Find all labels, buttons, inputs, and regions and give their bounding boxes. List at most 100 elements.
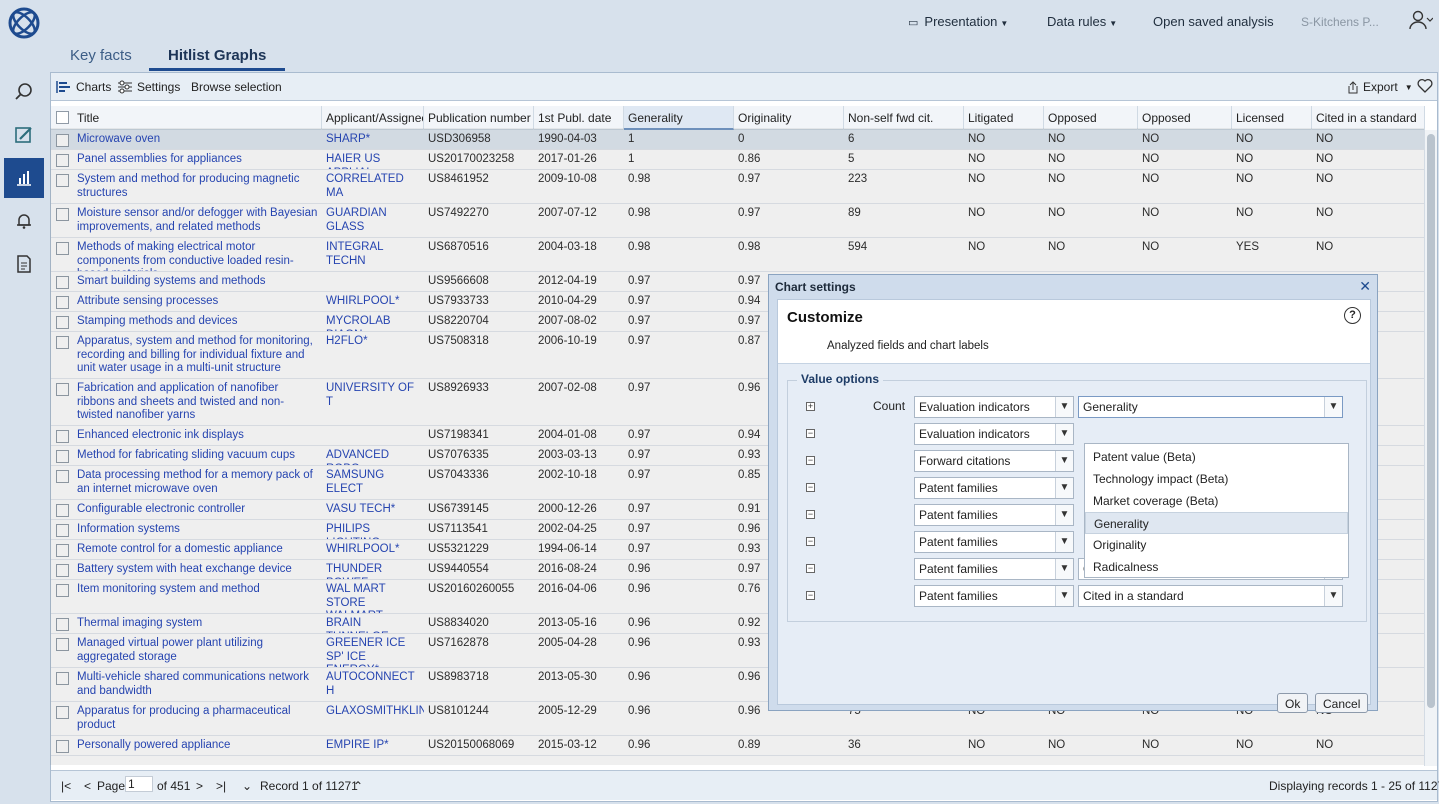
chevron-down-icon[interactable]: ▼ <box>1055 397 1073 417</box>
chevron-down-icon[interactable]: ▼ <box>1055 451 1073 471</box>
next-page-icon[interactable]: > <box>196 779 203 793</box>
previous-page-icon[interactable]: < <box>84 779 91 793</box>
charts-button[interactable]: Charts <box>56 80 111 94</box>
value-dropdown-list[interactable]: Patent value (Beta)Technology impact (Be… <box>1084 443 1349 578</box>
chevron-down-icon[interactable]: ▼ <box>1055 424 1073 444</box>
dialog-body: Customize ? Analyzed fields and chart la… <box>777 299 1371 705</box>
dropdown-option[interactable]: Market coverage (Beta) <box>1085 490 1348 512</box>
bell-icon[interactable] <box>4 201 44 241</box>
dropdown-option[interactable]: Originality <box>1085 534 1348 556</box>
top-navigation: ▭Presentation▼ Data rules▼ Open saved an… <box>48 0 1439 44</box>
user-name[interactable]: S-Kitchens P... <box>1301 15 1379 29</box>
first-page-icon[interactable]: |< <box>61 779 71 793</box>
cancel-button[interactable]: Cancel <box>1315 693 1368 713</box>
field-select-value: Patent families <box>919 562 998 576</box>
field-select[interactable]: Evaluation indicators▼ <box>914 423 1074 445</box>
dropdown-option[interactable]: Technology impact (Beta) <box>1085 468 1348 490</box>
field-select-value: Patent families <box>919 589 998 603</box>
column-header[interactable]: 1st Publ. date <box>534 106 624 130</box>
chart-icon[interactable] <box>4 158 44 198</box>
chevron-down-icon[interactable]: ▼ <box>1055 559 1073 579</box>
export-icon <box>1347 81 1359 94</box>
grid-footer: |< < Page 1 of 451 > >| ⌄ Record 1 of 11… <box>51 770 1437 800</box>
column-header[interactable]: Non-self fwd cit. <box>844 106 964 130</box>
dropdown-option[interactable]: Patent value (Beta) <box>1085 446 1348 468</box>
user-icon[interactable] <box>1409 10 1433 33</box>
field-select[interactable]: Patent families ▼ <box>914 558 1074 580</box>
column-header[interactable]: Licensed <box>1232 106 1312 130</box>
edit-icon[interactable] <box>4 115 44 155</box>
scrollbar-thumb[interactable] <box>1427 134 1435 708</box>
chevron-down-icon[interactable]: ▼ <box>1055 532 1073 552</box>
data-rules-menu[interactable]: Data rules▼ <box>1047 14 1117 29</box>
search-icon[interactable] <box>4 72 44 112</box>
page-input-wrap: 1 <box>125 776 153 792</box>
column-header[interactable]: Generality <box>624 106 734 130</box>
close-icon[interactable]: ✕ <box>1359 278 1371 295</box>
presentation-menu[interactable]: ▭Presentation▼ <box>908 14 1008 29</box>
expand-icon[interactable]: + <box>806 402 815 411</box>
field-select[interactable]: Patent families ▼ <box>914 531 1074 553</box>
dropdown-option[interactable]: Generality <box>1085 512 1348 534</box>
chevron-up-icon[interactable]: ⌃ <box>353 779 363 793</box>
presentation-icon: ▭ <box>908 17 918 29</box>
field-select-value: Forward citations <box>919 454 1010 468</box>
settings-button[interactable]: Settings <box>117 80 180 94</box>
export-button[interactable]: Export▼ <box>1347 80 1413 94</box>
collapse-icon[interactable]: − <box>806 537 815 546</box>
collapse-icon[interactable]: − <box>806 429 815 438</box>
field-select[interactable]: Forward citations ▼ <box>914 450 1074 472</box>
chevron-down-icon[interactable]: ▼ <box>1324 397 1342 417</box>
value-select-value: Cited in a standard <box>1083 589 1184 603</box>
ok-button[interactable]: Ok <box>1277 693 1308 713</box>
dialog-header: Customize ? Analyzed fields and chart la… <box>778 300 1370 364</box>
column-header[interactable]: Title <box>73 106 322 130</box>
column-header[interactable]: Litigated <box>964 106 1044 130</box>
last-page-icon[interactable]: >| <box>216 779 226 793</box>
chevron-down-icon[interactable]: ▼ <box>1055 505 1073 525</box>
charts-label: Charts <box>76 80 111 94</box>
browse-selection-button[interactable]: Browse selection <box>191 80 282 94</box>
left-sidebar <box>0 0 48 804</box>
value-select[interactable]: Cited in a standard ▼ <box>1078 585 1343 607</box>
chevron-down-icon[interactable]: ⌄ <box>242 779 252 793</box>
column-header[interactable]: Applicant/Assignee <box>322 106 424 130</box>
active-tab-indicator <box>149 68 285 71</box>
tab-hitlist-graphs[interactable]: Hitlist Graphs <box>168 47 266 64</box>
chevron-down-icon[interactable]: ▼ <box>1324 586 1342 606</box>
value-option-row: − Patent families ▼ Cited in a standard ▼ <box>778 585 1370 607</box>
collapse-icon[interactable]: − <box>806 510 815 519</box>
page-number-input[interactable]: 1 <box>125 776 153 792</box>
report-icon[interactable] <box>4 244 44 284</box>
value-options-legend: Value options <box>797 372 883 386</box>
collapse-icon[interactable]: − <box>806 483 815 492</box>
chevron-down-icon[interactable]: ▼ <box>1055 478 1073 498</box>
collapse-icon[interactable]: − <box>806 591 815 600</box>
export-label: Export <box>1363 80 1398 94</box>
field-select-value: Patent families <box>919 535 998 549</box>
column-header[interactable]: Publication number <box>424 106 534 130</box>
field-select[interactable]: Evaluation indicators▼ <box>914 396 1074 418</box>
column-header[interactable]: Cited in a standard <box>1312 106 1425 130</box>
value-option-row: − Evaluation indicators▼ <box>778 423 1370 445</box>
collapse-icon[interactable]: − <box>806 564 815 573</box>
favorite-heart-icon[interactable] <box>1417 78 1433 93</box>
dropdown-option[interactable]: Radicalness <box>1085 556 1348 578</box>
column-header[interactable]: Opposed <box>1044 106 1138 130</box>
chevron-down-icon[interactable]: ▼ <box>1055 586 1073 606</box>
field-select[interactable]: Patent families ▼ <box>914 585 1074 607</box>
tab-key-facts[interactable]: Key facts <box>70 47 132 64</box>
field-select[interactable]: Patent families▼ <box>914 477 1074 499</box>
select-all-checkbox[interactable] <box>56 111 69 124</box>
dialog-subtitle: Analyzed fields and chart labels <box>827 340 989 352</box>
help-icon[interactable]: ? <box>1344 307 1361 324</box>
app-logo-icon[interactable] <box>7 6 41 40</box>
column-header[interactable]: Originality <box>734 106 844 130</box>
vertical-scrollbar[interactable] <box>1424 130 1437 766</box>
open-saved-analysis-link[interactable]: Open saved analysis <box>1153 14 1274 29</box>
collapse-icon[interactable]: − <box>806 456 815 465</box>
column-header[interactable]: Opposed <box>1138 106 1232 130</box>
value-select[interactable]: Generality▼ <box>1078 396 1343 418</box>
grid-toolbar: Charts Settings Browse selection Export▼ <box>51 73 1437 101</box>
field-select[interactable]: Patent families▼ <box>914 504 1074 526</box>
